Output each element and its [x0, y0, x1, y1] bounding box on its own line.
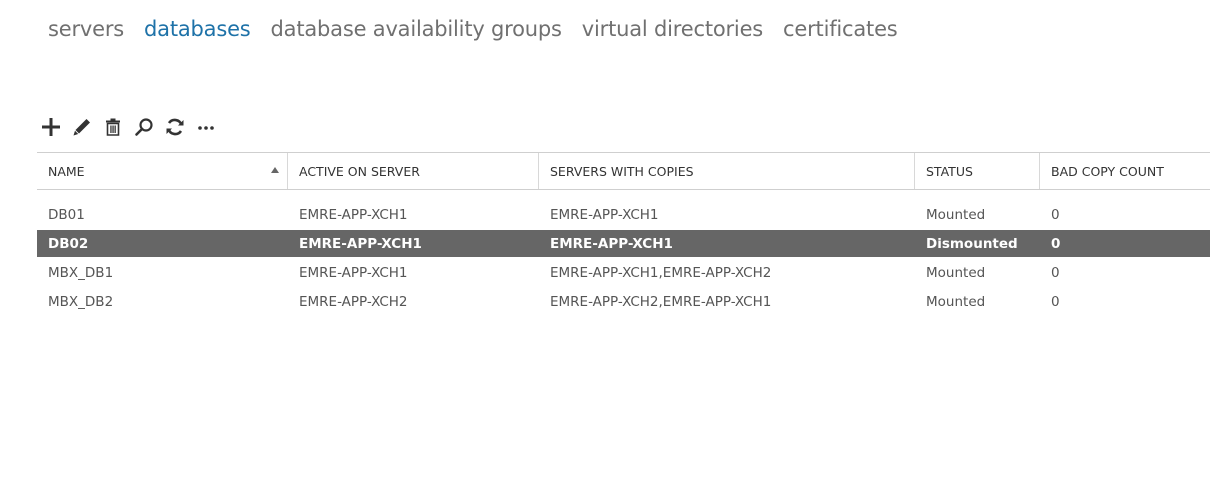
grid-body: DB01 EMRE-APP-XCH1 EMRE-APP-XCH1 Mounted…: [37, 190, 1210, 316]
column-header-label: BAD COPY COUNT: [1051, 163, 1164, 179]
tab-certificates[interactable]: certificates: [783, 17, 898, 41]
column-header-label: ACTIVE ON SERVER: [299, 163, 420, 179]
add-icon: [42, 118, 60, 136]
top-nav-tabs: servers databases database availability …: [48, 17, 898, 41]
column-header-status[interactable]: STATUS: [915, 153, 1040, 189]
column-header-active-on-server[interactable]: ACTIVE ON SERVER: [288, 153, 539, 189]
table-row[interactable]: MBX_DB1 EMRE-APP-XCH1 EMRE-APP-XCH1,EMRE…: [37, 258, 1210, 287]
databases-grid: NAME ACTIVE ON SERVER SERVERS WITH COPIE…: [37, 152, 1210, 316]
refresh-icon: [166, 118, 184, 136]
refresh-button[interactable]: [164, 116, 186, 138]
table-row-selected[interactable]: DB02 EMRE-APP-XCH1 EMRE-APP-XCH1 Dismoun…: [37, 230, 1210, 257]
cell-name: MBX_DB1: [48, 264, 114, 281]
search-icon: [135, 118, 153, 136]
tab-databases[interactable]: databases: [144, 17, 251, 41]
cell-status: Dismounted: [926, 235, 1018, 252]
column-header-label: SERVERS WITH COPIES: [550, 163, 694, 179]
column-header-bad-copy-count[interactable]: BAD COPY COUNT: [1040, 153, 1210, 189]
delete-icon: [106, 118, 120, 136]
delete-button[interactable]: [102, 116, 124, 138]
column-header-servers-with-copies[interactable]: SERVERS WITH COPIES: [539, 153, 915, 189]
cell-status: Mounted: [926, 293, 986, 310]
column-header-label: STATUS: [926, 163, 973, 179]
tab-database-availability-groups[interactable]: database availability groups: [271, 17, 562, 41]
search-button[interactable]: [133, 116, 155, 138]
cell-bad-copy-count: 0: [1051, 264, 1060, 281]
cell-servers-with-copies: EMRE-APP-XCH1: [550, 235, 673, 252]
cell-active-on-server: EMRE-APP-XCH2: [299, 293, 408, 310]
tab-virtual-directories[interactable]: virtual directories: [582, 17, 763, 41]
cell-name: DB02: [48, 235, 89, 252]
edit-button[interactable]: [71, 116, 93, 138]
table-row[interactable]: MBX_DB2 EMRE-APP-XCH2 EMRE-APP-XCH2,EMRE…: [37, 287, 1210, 316]
cell-active-on-server: EMRE-APP-XCH1: [299, 206, 408, 223]
sort-ascending-icon: [271, 167, 279, 173]
cell-bad-copy-count: 0: [1051, 235, 1061, 252]
cell-active-on-server: EMRE-APP-XCH1: [299, 264, 408, 281]
tab-servers[interactable]: servers: [48, 17, 124, 41]
column-header-label: NAME: [48, 163, 85, 179]
column-header-name[interactable]: NAME: [37, 153, 288, 189]
more-icon: [198, 126, 214, 130]
edit-icon: [73, 119, 90, 136]
more-button[interactable]: [195, 116, 217, 138]
cell-status: Mounted: [926, 206, 986, 223]
toolbar: [40, 116, 217, 138]
cell-name: MBX_DB2: [48, 293, 114, 310]
grid-header: NAME ACTIVE ON SERVER SERVERS WITH COPIE…: [37, 152, 1210, 190]
cell-active-on-server: EMRE-APP-XCH1: [299, 235, 422, 252]
table-row[interactable]: DB01 EMRE-APP-XCH1 EMRE-APP-XCH1 Mounted…: [37, 200, 1210, 229]
cell-bad-copy-count: 0: [1051, 293, 1060, 310]
cell-servers-with-copies: EMRE-APP-XCH1: [550, 206, 659, 223]
cell-bad-copy-count: 0: [1051, 206, 1060, 223]
cell-servers-with-copies: EMRE-APP-XCH1,EMRE-APP-XCH2: [550, 264, 772, 281]
add-button[interactable]: [40, 116, 62, 138]
cell-name: DB01: [48, 206, 85, 223]
cell-servers-with-copies: EMRE-APP-XCH2,EMRE-APP-XCH1: [550, 293, 772, 310]
cell-status: Mounted: [926, 264, 986, 281]
